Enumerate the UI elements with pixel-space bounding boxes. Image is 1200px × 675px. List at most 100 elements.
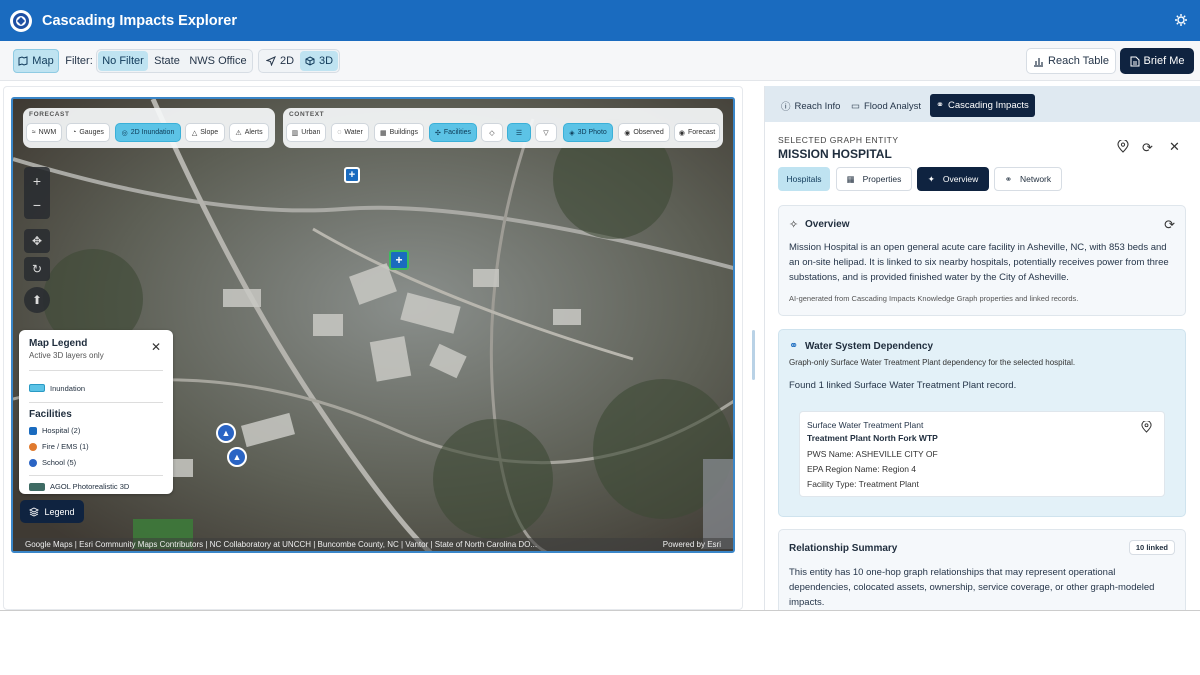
chip-water-label: Water	[344, 129, 363, 136]
info-icon: ⓘ	[781, 102, 791, 113]
chip-filter[interactable]: ▽	[535, 123, 557, 142]
sliders-icon: ☰	[515, 129, 523, 137]
refresh-icon[interactable]: ⟳	[1142, 140, 1153, 156]
gear-icon[interactable]	[1174, 13, 1188, 27]
attribution-text: Google Maps | Esri Community Maps Contri…	[25, 540, 538, 549]
tag-icon: ◇	[489, 129, 495, 137]
zoom-out-icon[interactable]: −	[33, 193, 41, 217]
legend-inundation-label: Inundation	[50, 383, 86, 393]
pws-label: PWS Name:	[807, 449, 854, 459]
chat-icon: ▭	[851, 100, 860, 112]
waves-icon: ≈	[31, 129, 36, 136]
legend-button-label: Legend	[44, 506, 75, 517]
map-view-button[interactable]: Map	[13, 49, 59, 73]
reach-table-button[interactable]: Reach Table	[1026, 48, 1116, 74]
subtab-properties[interactable]: ▦ Properties	[836, 167, 912, 191]
chip-alerts[interactable]: ⚠ Alerts	[229, 123, 269, 142]
locate-pin-icon[interactable]	[1117, 140, 1129, 153]
chip-water[interactable]: ◌ Water	[331, 123, 369, 142]
hospital-marker[interactable]: +	[344, 167, 360, 183]
database-icon: ◉	[624, 129, 631, 137]
selected-hospital-marker[interactable]: +	[389, 250, 409, 270]
filter-nws-office[interactable]: NWS Office	[187, 49, 249, 73]
subtab-hospitals[interactable]: Hospitals	[778, 167, 830, 191]
school-icon: ▲	[232, 452, 242, 462]
close-icon[interactable]: ✕	[1169, 139, 1180, 155]
chip-nwm[interactable]: ≈ NWM	[26, 123, 62, 142]
view-2d-button[interactable]: 2D	[262, 49, 298, 73]
map-legend: Map Legend Active 3D layers only ✕ Inund…	[19, 330, 173, 494]
chip-settings[interactable]: ☰	[507, 123, 531, 142]
tab-reach-info-label: Reach Info	[794, 100, 841, 112]
close-icon[interactable]: ✕	[151, 340, 161, 354]
legend-photorealistic-row: AGOL Photorealistic 3D	[29, 475, 163, 491]
move-icon: ✥	[31, 234, 43, 248]
locate-pin-icon[interactable]	[1141, 421, 1152, 433]
chip-slope[interactable]: △ Slope	[185, 123, 225, 142]
zoom-in-icon[interactable]: +	[33, 169, 41, 193]
network-icon: ⚭	[1004, 173, 1012, 184]
network-icon: ⚭	[789, 340, 799, 352]
chip-urban[interactable]: ▥ Urban	[286, 123, 326, 142]
brief-me-button[interactable]: Brief Me	[1120, 48, 1194, 74]
view-3d-label: 3D	[318, 55, 334, 67]
map-icon	[18, 56, 28, 66]
compass-icon: ⬆	[31, 293, 43, 307]
screen-divider	[0, 610, 1200, 611]
tab-reach-info[interactable]: ⓘ Reach Info	[775, 94, 846, 118]
chip-buildings[interactable]: ▦ Buildings	[374, 123, 424, 142]
chip-buildings-label: Buildings	[389, 129, 419, 136]
relationship-text: This entity has 10 one-hop graph relatio…	[789, 567, 1155, 608]
overview-title: Overview	[805, 219, 850, 230]
chip-observed[interactable]: ◉ Observed	[618, 123, 670, 142]
layers-icon: ◎	[121, 129, 128, 137]
school-marker[interactable]: ▲	[227, 447, 247, 467]
context-section-label: CONTEXT	[289, 111, 325, 118]
toolbar: Map Filter: No Filter State NWS Office 2…	[0, 41, 1200, 81]
legend-photorealistic-label: AGOL Photorealistic 3D	[50, 482, 130, 491]
chip-gauges[interactable]: ◔ Gauges	[66, 123, 110, 142]
legend-inundation-row: Inundation	[29, 370, 163, 396]
legend-button[interactable]: Legend	[20, 500, 84, 523]
chip-gauges-label: Gauges	[79, 129, 104, 136]
rotate-button[interactable]: ↻	[24, 257, 50, 281]
view-3d-button[interactable]: 3D	[300, 51, 338, 71]
water-subtitle: Graph-only Surface Water Treatment Plant…	[789, 358, 1076, 367]
chip-alerts-label: Alerts	[244, 129, 263, 136]
photorealistic-swatch	[29, 482, 45, 491]
chip-forecast[interactable]: ◉ Forecast	[674, 123, 720, 142]
alert-triangle-icon: ⚠	[235, 129, 242, 137]
document-icon	[1130, 56, 1140, 67]
school-marker[interactable]: ▲	[216, 423, 236, 443]
relationship-title: Relationship Summary	[789, 543, 898, 554]
cube-icon	[305, 56, 315, 66]
table-icon: ▦	[846, 173, 855, 184]
water-found: Found 1 linked Surface Water Treatment P…	[789, 380, 1017, 391]
chip-forecast-label: Forecast	[687, 129, 716, 136]
compass-button[interactable]: ⬆	[24, 287, 50, 313]
overview-card: ✧ Overview ⟳ Mission Hospital is an open…	[778, 205, 1186, 316]
record-name: Treatment Plant North Fork WTP	[807, 433, 938, 443]
gauge-icon: ◔	[72, 129, 77, 136]
app-title: Cascading Impacts Explorer	[42, 12, 238, 29]
tab-cascading-impacts[interactable]: ⚭ Cascading Impacts	[930, 94, 1035, 117]
tab-flood-analyst[interactable]: ▭ Flood Analyst	[845, 94, 927, 118]
pan-button[interactable]: ✥	[24, 229, 50, 253]
subtab-network[interactable]: ⚭ Network	[994, 167, 1062, 191]
subtab-overview[interactable]: ✦ Overview	[917, 167, 989, 191]
water-record[interactable]: Surface Water Treatment Plant Treatment …	[799, 411, 1165, 497]
chip-facilities[interactable]: ✣ Facilities	[429, 123, 477, 142]
splitter-handle[interactable]	[752, 330, 755, 380]
chip-3d-photo[interactable]: ◈ 3D Photo	[563, 123, 613, 142]
chip-2d-inundation[interactable]: ◎ 2D Inundation	[115, 123, 181, 142]
record-facility-row: Facility Type: Treatment Plant	[807, 479, 919, 489]
filter-no-filter[interactable]: No Filter	[98, 51, 148, 71]
record-pws-row: PWS Name: ASHEVILLE CITY OF	[807, 449, 938, 459]
chip-tag[interactable]: ◇	[481, 123, 503, 142]
pws-value: ASHEVILLE CITY OF	[855, 449, 938, 459]
mountain-icon: △	[191, 129, 198, 137]
droplet-icon: ◌	[337, 129, 342, 136]
refresh-icon[interactable]: ⟳	[1164, 217, 1175, 233]
filter-state[interactable]: State	[152, 49, 182, 73]
reach-table-label: Reach Table	[1048, 55, 1109, 67]
